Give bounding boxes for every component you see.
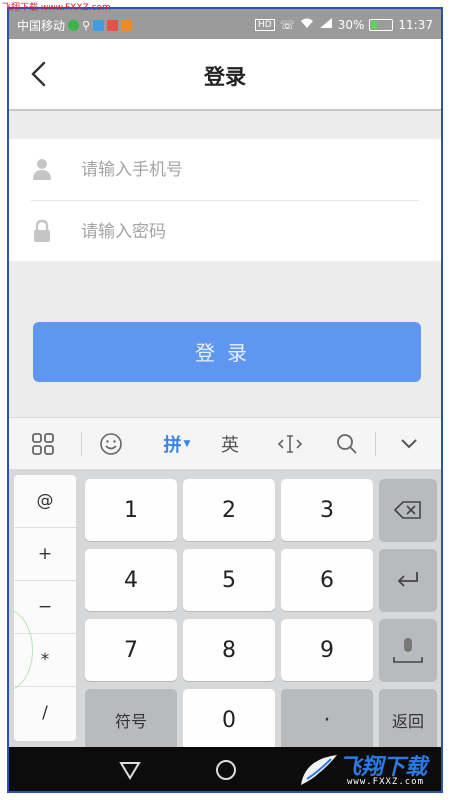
app-icon-orange <box>121 20 133 31</box>
key-plus[interactable]: + <box>14 528 76 581</box>
toolbar-separator <box>81 432 82 456</box>
keyboard-toolbar: 拼 ▼ 英 <box>9 417 441 470</box>
key-4[interactable]: 4 <box>85 549 177 611</box>
battery-icon <box>369 18 394 31</box>
lock-icon <box>34 219 50 242</box>
key-3[interactable]: 3 <box>281 479 373 541</box>
key-7[interactable]: 7 <box>85 619 177 681</box>
key-1[interactable]: 1 <box>85 479 177 541</box>
microphone-icon <box>393 638 423 663</box>
key-slash[interactable]: / <box>14 687 76 739</box>
wifi-icon <box>300 17 314 32</box>
status-left: 中国移动 ⚲ <box>17 17 133 34</box>
login-button[interactable]: 登录 <box>33 322 421 382</box>
symbol-key[interactable]: 符号 <box>85 689 177 751</box>
hd-icon: HD <box>255 18 275 31</box>
login-form <box>9 139 441 261</box>
voice-key[interactable] <box>379 619 437 681</box>
numeric-keyboard: @ + − * / 1 2 3 4 5 6 7 8 9 符号 0 · 返回 <box>9 469 441 751</box>
app-icon-red <box>107 20 119 31</box>
pinyin-label: 拼 <box>163 435 182 456</box>
english-mode[interactable]: 英 <box>215 430 245 458</box>
key-0[interactable]: 0 <box>183 689 275 751</box>
signal-icon <box>319 17 333 32</box>
nav-home-button[interactable] <box>213 757 239 783</box>
usb-icon: ⚲ <box>82 19 91 32</box>
phone-input[interactable] <box>79 153 403 187</box>
chevron-down-icon[interactable] <box>395 430 423 458</box>
enter-icon <box>397 572 418 587</box>
notification-icon <box>68 20 80 31</box>
peek-link-left <box>33 407 123 417</box>
status-right: HD ☏ 30% 11:37 <box>255 17 433 32</box>
pinyin-mode[interactable]: 拼 ▼ <box>157 430 197 458</box>
password-row <box>9 201 441 261</box>
grid-icon[interactable] <box>29 430 57 458</box>
backspace-key[interactable] <box>379 479 437 541</box>
status-bar: 中国移动 ⚲ HD ☏ 30% 11:37 <box>9 9 441 39</box>
cursor-icon[interactable] <box>275 430 305 458</box>
nav-header: 登录 <box>9 39 441 111</box>
search-icon[interactable] <box>333 430 361 458</box>
nav-back-button[interactable] <box>117 757 143 783</box>
key-dot[interactable]: · <box>281 689 373 751</box>
vibrate-icon: ☏ <box>279 17 295 32</box>
page-title: 登录 <box>204 65 246 89</box>
key-5[interactable]: 5 <box>183 549 275 611</box>
key-9[interactable]: 9 <box>281 619 373 681</box>
triangle-back-icon <box>119 762 141 780</box>
phone-row <box>9 139 441 199</box>
return-key[interactable]: 返回 <box>379 689 437 751</box>
key-6[interactable]: 6 <box>281 549 373 611</box>
key-at[interactable]: @ <box>14 475 76 528</box>
symbol-column: @ + − * / <box>14 475 76 741</box>
password-input[interactable] <box>79 215 403 249</box>
toolbar-separator <box>375 432 376 456</box>
key-2[interactable]: 2 <box>183 479 275 541</box>
watermark-site: www.FXXZ.com <box>347 777 425 787</box>
phone-frame: 中国移动 ⚲ HD ☏ 30% 11:37 登录 请输入手机号 登录 拼 ▼ 英… <box>7 7 443 793</box>
smiley-icon[interactable] <box>97 430 125 458</box>
system-nav-bar: 飞翔下载 www.FXXZ.com <box>9 747 441 791</box>
battery-percent: 30% <box>337 17 365 32</box>
carrier-label: 中国移动 <box>17 19 66 33</box>
backspace-icon <box>394 501 421 519</box>
enter-key[interactable] <box>379 549 437 611</box>
clock: 11:37 <box>398 17 433 32</box>
app-icon-blue <box>93 20 105 31</box>
dropdown-icon: ▼ <box>183 439 191 449</box>
circle-home-icon <box>216 760 236 780</box>
key-8[interactable]: 8 <box>183 619 275 681</box>
watermark-top: 飞翔下载 www.FXXZ.com <box>2 3 111 13</box>
user-icon <box>33 159 51 180</box>
feather-logo-icon <box>301 755 337 785</box>
